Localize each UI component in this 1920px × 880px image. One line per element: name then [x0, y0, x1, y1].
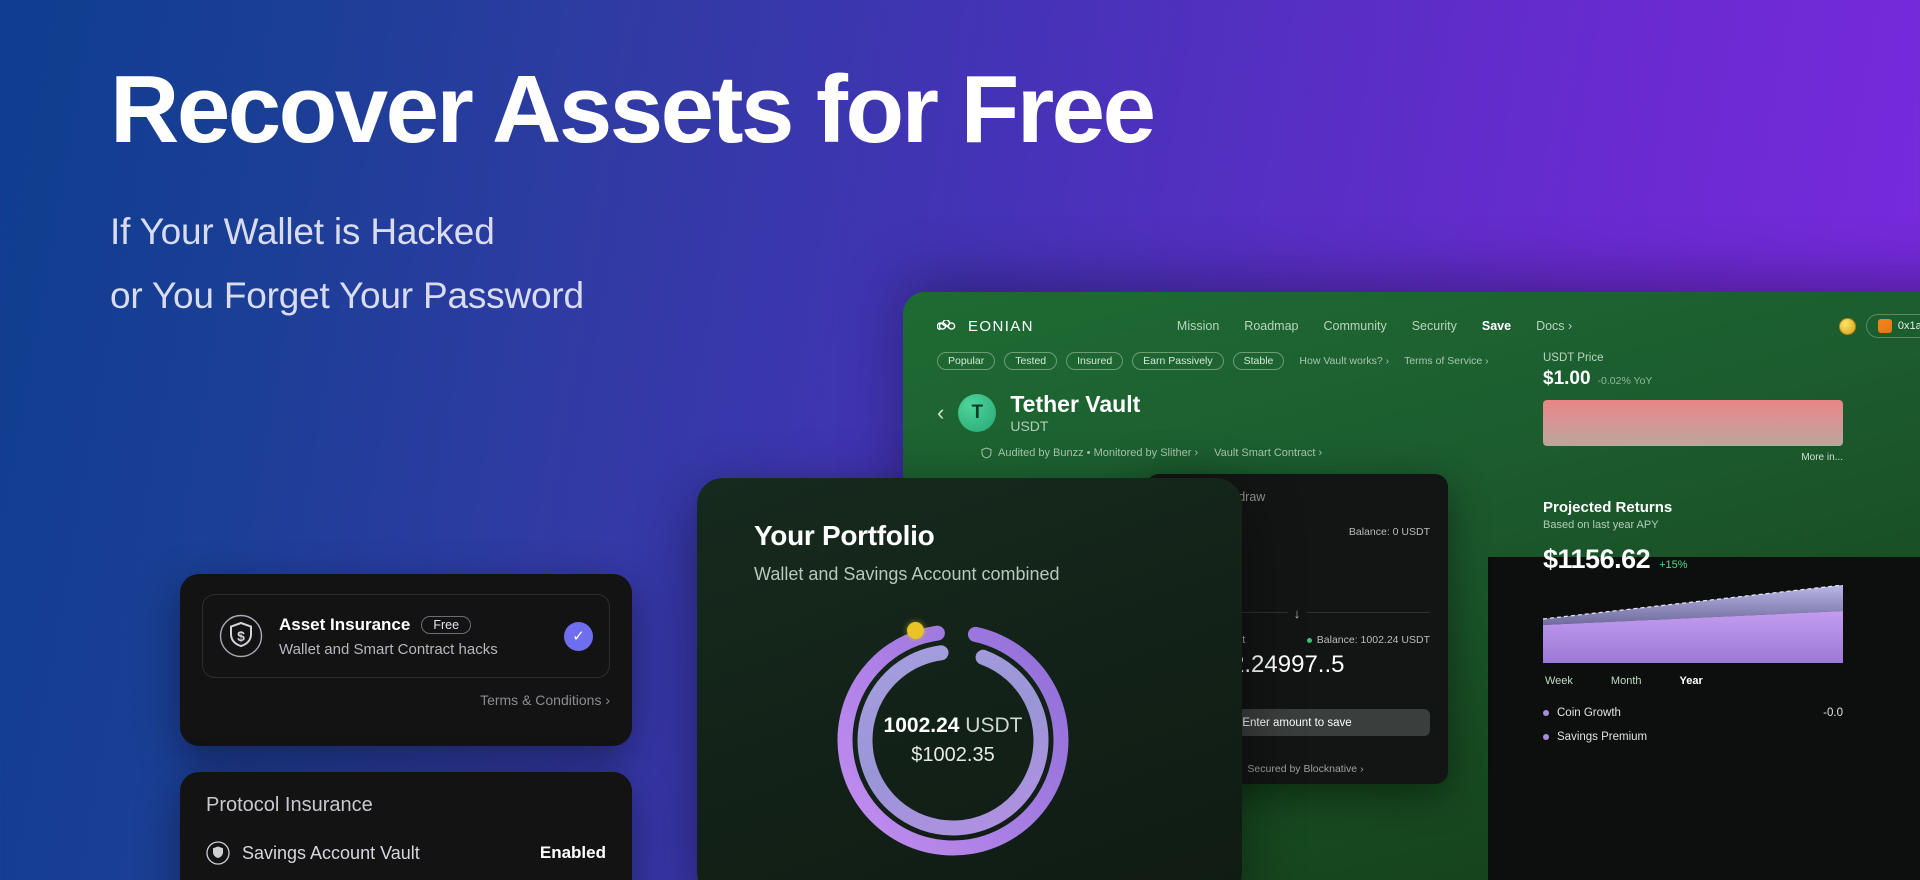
projected-returns-subtitle: Based on last year APY: [1543, 519, 1659, 531]
tag-popular[interactable]: Popular: [937, 352, 996, 370]
donut-currency: USDT: [965, 713, 1023, 737]
range-year[interactable]: Year: [1680, 675, 1703, 687]
metamask-fox-icon: [1877, 319, 1892, 333]
asset-insurance-card: $ Asset Insurance Free Wallet and Smart …: [180, 574, 632, 746]
nav-item-docs[interactable]: Docs ›: [1536, 319, 1572, 333]
portfolio-donut-chart: 1002.24 USDT $1002.35: [834, 621, 1072, 859]
legend-value-coin-growth: -0.0: [1823, 707, 1843, 719]
vault-contract-link[interactable]: Vault Smart Contract ›: [1214, 447, 1322, 459]
range-month[interactable]: Month: [1611, 675, 1642, 687]
legend-dot-icon: [1543, 710, 1549, 716]
donut-usd: $1002.35: [911, 743, 995, 766]
hero-subtitle: If Your Wallet is Hacked or You Forget Y…: [110, 200, 1153, 327]
arrow-down-icon: ↓: [1287, 606, 1307, 621]
legend-item-savings-premium: Savings Premium: [1543, 731, 1843, 743]
legend-label-savings-premium: Savings Premium: [1557, 731, 1648, 743]
free-badge: Free: [421, 615, 472, 634]
donut-amount: 1002.24: [883, 713, 960, 737]
vault-symbol: USDT: [1010, 417, 1049, 434]
usdt-price-change: -0.02% YoY: [1597, 375, 1653, 387]
audit-label: Audited by Bunzz • Monitored by Slither …: [998, 446, 1199, 459]
legend-item-coin-growth: Coin Growth -0.0: [1543, 707, 1843, 719]
usdt-price-label: USDT Price: [1543, 352, 1604, 364]
tag-earn-passively[interactable]: Earn Passively: [1132, 352, 1224, 370]
legend-dot-icon: [1543, 734, 1549, 740]
protocol-insurance-card: Protocol Insurance Savings Account Vault…: [180, 772, 632, 880]
savings-balance-text: Balance: 1002.24 USDT: [1316, 634, 1430, 646]
projected-returns-change: +15%: [1659, 559, 1688, 571]
protocol-insurance-title: Protocol Insurance: [206, 794, 373, 816]
projected-returns-block: Projected Returns Based on last year APY…: [1543, 499, 1843, 743]
asset-insurance-row[interactable]: $ Asset Insurance Free Wallet and Smart …: [202, 594, 610, 678]
how-vault-works-link[interactable]: How Vault works? ›: [1299, 355, 1389, 367]
main-nav: Mission Roadmap Community Security Save …: [1177, 319, 1572, 333]
coin-icon: [1838, 317, 1856, 335]
asset-insurance-description: Wallet and Smart Contract hacks: [279, 640, 498, 658]
audit-info[interactable]: Audited by Bunzz • Monitored by Slither …: [981, 447, 1198, 459]
range-week[interactable]: Week: [1545, 675, 1573, 687]
asset-insurance-title-row: Asset Insurance Free: [279, 615, 548, 635]
svg-text:$: $: [237, 628, 245, 644]
more-info-link[interactable]: More in...: [1543, 452, 1843, 463]
asset-insurance-texts: Asset Insurance Free Wallet and Smart Co…: [279, 615, 548, 658]
token-letter: T: [971, 401, 984, 423]
nav-item-mission[interactable]: Mission: [1177, 319, 1219, 333]
wallet-balance: Balance: 0 USDT: [1348, 526, 1430, 538]
projected-returns-title: Projected Returns: [1543, 499, 1673, 516]
vault-name: Tether Vault: [1010, 391, 1141, 417]
protocol-item-label: Savings Account Vault: [242, 842, 420, 863]
tag-tested[interactable]: Tested: [1004, 352, 1058, 370]
chart-legend: Coin Growth -0.0 Savings Premium: [1543, 707, 1843, 743]
price-chart: [1543, 400, 1843, 446]
portfolio-title: Your Portfolio: [754, 520, 935, 551]
area-chart-svg: [1543, 585, 1843, 663]
back-arrow-icon[interactable]: ‹: [937, 401, 944, 424]
returns-area-chart: [1543, 585, 1843, 663]
range-tabs: Week Month Year: [1543, 675, 1843, 687]
stats-column: USDT Price $1.00 -0.02% YoY More in... P…: [1543, 352, 1843, 755]
savings-balance: Balance: 1002.24 USDT: [1306, 634, 1430, 646]
topbar-right: 0x1a6...: [1838, 314, 1920, 338]
status-dot-icon: [1306, 637, 1312, 643]
hero-subtitle-line1: If Your Wallet is Hacked: [110, 211, 495, 252]
terms-of-service-link[interactable]: Terms of Service ›: [1404, 355, 1489, 367]
hero-section: Recover Assets for Free If Your Wallet i…: [110, 56, 1156, 327]
portfolio-subtitle: Wallet and Savings Account combined: [754, 564, 1060, 584]
donut-center-labels: 1002.24 USDT $1002.35: [834, 621, 1072, 859]
terms-conditions-link[interactable]: Terms & Conditions ›: [202, 692, 610, 708]
wallet-connect-button[interactable]: 0x1a6...: [1865, 314, 1920, 338]
projected-returns-value-row: $1156.62 +15%: [1543, 544, 1843, 575]
tag-stable[interactable]: Stable: [1232, 352, 1285, 370]
hero-subtitle-line2: or You Forget Your Password: [110, 274, 584, 316]
asset-insurance-name: Asset Insurance: [279, 614, 411, 634]
secured-label: Secured by Blocknative ›: [1247, 763, 1364, 775]
wallet-address: 0x1a6...: [1897, 320, 1920, 332]
usdt-price-value: $1.00: [1543, 368, 1591, 389]
page-title: Recover Assets for Free: [110, 56, 1156, 163]
nav-item-roadmap[interactable]: Roadmap: [1244, 319, 1298, 333]
protocol-insurance-row: Savings Account Vault Enabled: [206, 841, 606, 865]
projected-returns-value: $1156.62: [1543, 544, 1651, 574]
tag-insured[interactable]: Insured: [1066, 352, 1124, 370]
shield-dollar-icon: $: [219, 614, 263, 658]
nav-item-community[interactable]: Community: [1324, 319, 1387, 333]
usdt-token-icon: T: [958, 393, 997, 432]
portfolio-card: Your Portfolio Wallet and Savings Accoun…: [697, 478, 1242, 880]
shield-circle-icon: [206, 841, 230, 865]
insurance-checkbox[interactable]: ✓: [564, 621, 593, 651]
shield-icon: [981, 447, 992, 459]
donut-amount-row: 1002.24 USDT: [884, 714, 1023, 738]
nav-item-save[interactable]: Save: [1482, 319, 1511, 333]
nav-item-security[interactable]: Security: [1412, 319, 1457, 333]
legend-label-coin-growth: Coin Growth: [1557, 707, 1621, 719]
protocol-item-value: Enabled: [539, 843, 606, 862]
usdt-price-row: $1.00 -0.02% YoY: [1543, 368, 1843, 390]
